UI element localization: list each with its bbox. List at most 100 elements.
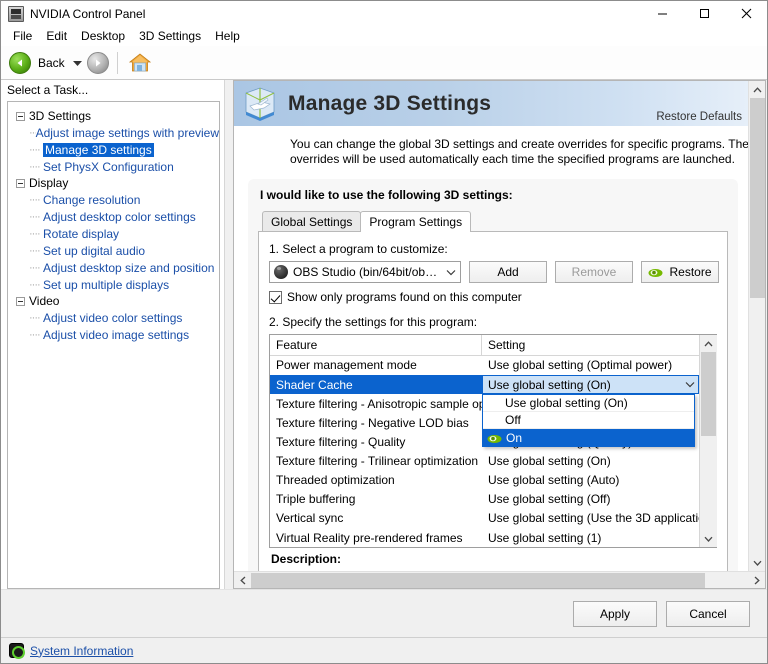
- sidebar-item-label: Set PhysX Configuration: [43, 159, 174, 174]
- restore-defaults-link[interactable]: Restore Defaults: [656, 111, 742, 123]
- sidebar-item-adjust-desktop-size-and-position[interactable]: ···· Adjust desktop size and position: [16, 259, 219, 276]
- scroll-down-icon[interactable]: [699, 530, 717, 547]
- scroll-right-icon[interactable]: [748, 571, 765, 588]
- minimize-button[interactable]: [641, 1, 683, 26]
- scrollbar-track[interactable]: [251, 572, 748, 589]
- tree-parent-video[interactable]: Video: [16, 293, 219, 309]
- apply-button[interactable]: Apply: [573, 600, 657, 627]
- back-arrow-icon[interactable]: [9, 51, 31, 74]
- restore-program-button[interactable]: Restore: [641, 261, 719, 283]
- pane-splitter[interactable]: [225, 80, 233, 589]
- tree-parent-display[interactable]: Display: [16, 175, 219, 191]
- sidebar-item-label: Change resolution: [43, 192, 141, 207]
- table-row[interactable]: Threaded optimization Use global setting…: [270, 471, 699, 490]
- scrollbar-track[interactable]: [699, 352, 717, 530]
- program-select-value: OBS Studio (bin/64bit/obs64.exe): [293, 265, 442, 279]
- content-pane: Manage 3D Settings Restore Defaults You …: [233, 80, 766, 589]
- cell-feature: Virtual Reality pre-rendered frames: [276, 530, 463, 545]
- sidebar-item-adjust-video-image-settings[interactable]: ···· Adjust video image settings: [16, 326, 219, 343]
- sidebar-item-set-up-multiple-displays[interactable]: ···· Set up multiple displays: [16, 276, 219, 293]
- history-dropdown-icon[interactable]: [71, 60, 85, 66]
- sidebar-item-manage-3d-settings[interactable]: ···· Manage 3D settings: [16, 141, 219, 158]
- forward-arrow-icon[interactable]: [86, 51, 109, 74]
- scrollbar-track[interactable]: [749, 98, 765, 554]
- scroll-down-icon[interactable]: [749, 554, 765, 571]
- program-select[interactable]: OBS Studio (bin/64bit/obs64.exe): [269, 261, 461, 283]
- menu-edit[interactable]: Edit: [39, 27, 74, 45]
- tree-parent-3d-settings[interactable]: 3D Settings: [16, 108, 219, 124]
- scrollbar-thumb[interactable]: [700, 352, 716, 436]
- sidebar-item-label: Set up multiple displays: [43, 277, 170, 292]
- cell-setting[interactable]: Use global setting (On): [482, 451, 699, 470]
- scroll-up-icon[interactable]: [699, 335, 717, 352]
- maximize-button[interactable]: [683, 1, 725, 26]
- sidebar-item-rotate-display[interactable]: ···· Rotate display: [16, 225, 219, 242]
- tab-global-settings[interactable]: Global Settings: [262, 211, 362, 231]
- collapse-icon[interactable]: [16, 178, 25, 188]
- table-row[interactable]: Virtual Reality pre-rendered frames Use …: [270, 528, 699, 547]
- sidebar-item-set-physx-configuration[interactable]: ···· Set PhysX Configuration: [16, 158, 219, 175]
- show-only-found-programs-checkbox[interactable]: [269, 290, 282, 304]
- close-button[interactable]: [725, 1, 767, 26]
- task-sidebar: Select a Task... 3D Settings ···· Adjust…: [1, 80, 225, 589]
- dropdown-option[interactable]: On: [483, 429, 694, 446]
- toolbar-separator: [116, 51, 118, 74]
- sidebar-item-adjust-desktop-color-settings[interactable]: ···· Adjust desktop color settings: [16, 208, 219, 225]
- sidebar-item-label: Adjust desktop size and position: [43, 260, 215, 275]
- table-row[interactable]: Texture filtering - Trilinear optimizati…: [270, 451, 699, 470]
- tree-line-icon: ····: [29, 227, 41, 240]
- system-information-icon: [9, 643, 25, 659]
- dropdown-option[interactable]: Off: [483, 412, 694, 429]
- nvidia-eye-icon: [487, 433, 502, 443]
- tree-parent-label: Display: [29, 176, 69, 190]
- content-horizontal-scrollbar[interactable]: [234, 571, 765, 588]
- scrollbar-thumb[interactable]: [750, 98, 765, 298]
- tree-parent-label: 3D Settings: [29, 109, 92, 123]
- menu-3d-settings[interactable]: 3D Settings: [132, 27, 208, 45]
- cell-setting[interactable]: Use global setting (Auto): [482, 471, 699, 490]
- cancel-button[interactable]: Cancel: [666, 600, 750, 627]
- menu-help[interactable]: Help: [208, 27, 247, 45]
- table-row[interactable]: Triple buffering Use global setting (Off…: [270, 490, 699, 509]
- cell-setting[interactable]: Use global setting (Use the 3D applicati…: [482, 509, 699, 528]
- table-row[interactable]: Vertical sync Use global setting (Use th…: [270, 509, 699, 528]
- back-button-label[interactable]: Back: [33, 56, 69, 70]
- dropdown-option[interactable]: Use global setting (On): [483, 395, 694, 412]
- add-program-button[interactable]: Add: [469, 261, 547, 283]
- cell-setting[interactable]: Use global setting (1): [482, 528, 699, 547]
- remove-program-button[interactable]: Remove: [555, 261, 633, 283]
- description-label: Description:: [271, 552, 342, 566]
- table-row[interactable]: Power management mode Use global setting…: [270, 356, 699, 375]
- cell-setting[interactable]: Use global setting (Off): [482, 490, 699, 509]
- settings-table-body: Feature Setting Power management mode Us…: [270, 335, 699, 547]
- show-only-found-programs-row[interactable]: Show only programs found on this compute…: [269, 290, 717, 304]
- settings-table-scrollbar[interactable]: [699, 335, 717, 547]
- scroll-up-icon[interactable]: [749, 81, 765, 98]
- home-icon[interactable]: [128, 52, 152, 74]
- menu-desktop[interactable]: Desktop: [74, 27, 132, 45]
- tab-program-settings[interactable]: Program Settings: [360, 211, 472, 232]
- chevron-down-icon[interactable]: [442, 262, 460, 282]
- setting-value-dropdown[interactable]: Use global setting (On) Off On: [482, 394, 695, 447]
- settings-tabs: Global Settings Program Settings: [258, 211, 728, 232]
- sidebar-item-adjust-image-settings[interactable]: ···· Adjust image settings with preview: [16, 124, 219, 141]
- table-row[interactable]: Shader Cache Use global setting (On): [270, 374, 699, 395]
- tree-line-icon: ····: [29, 193, 41, 206]
- collapse-icon[interactable]: [16, 296, 25, 306]
- cell-feature: Threaded optimization: [276, 473, 395, 488]
- sidebar-item-adjust-video-color-settings[interactable]: ···· Adjust video color settings: [16, 309, 219, 326]
- scrollbar-thumb[interactable]: [251, 572, 705, 588]
- sidebar-item-set-up-digital-audio[interactable]: ···· Set up digital audio: [16, 242, 219, 259]
- scroll-left-icon[interactable]: [234, 571, 251, 588]
- collapse-icon[interactable]: [16, 111, 25, 121]
- sidebar-item-change-resolution[interactable]: ···· Change resolution: [16, 191, 219, 208]
- cell-setting[interactable]: Use global setting (Optimal power): [482, 356, 699, 375]
- cell-feature: Power management mode: [276, 358, 417, 373]
- tree-line-icon: ····: [29, 244, 41, 257]
- menu-file[interactable]: File: [6, 27, 39, 45]
- content-vertical-scrollbar[interactable]: [748, 81, 765, 571]
- system-information-link[interactable]: System Information: [30, 644, 133, 658]
- cell-setting-combo[interactable]: Use global setting (On): [482, 374, 699, 395]
- chevron-down-icon[interactable]: [681, 375, 698, 394]
- status-bar: System Information: [1, 637, 767, 663]
